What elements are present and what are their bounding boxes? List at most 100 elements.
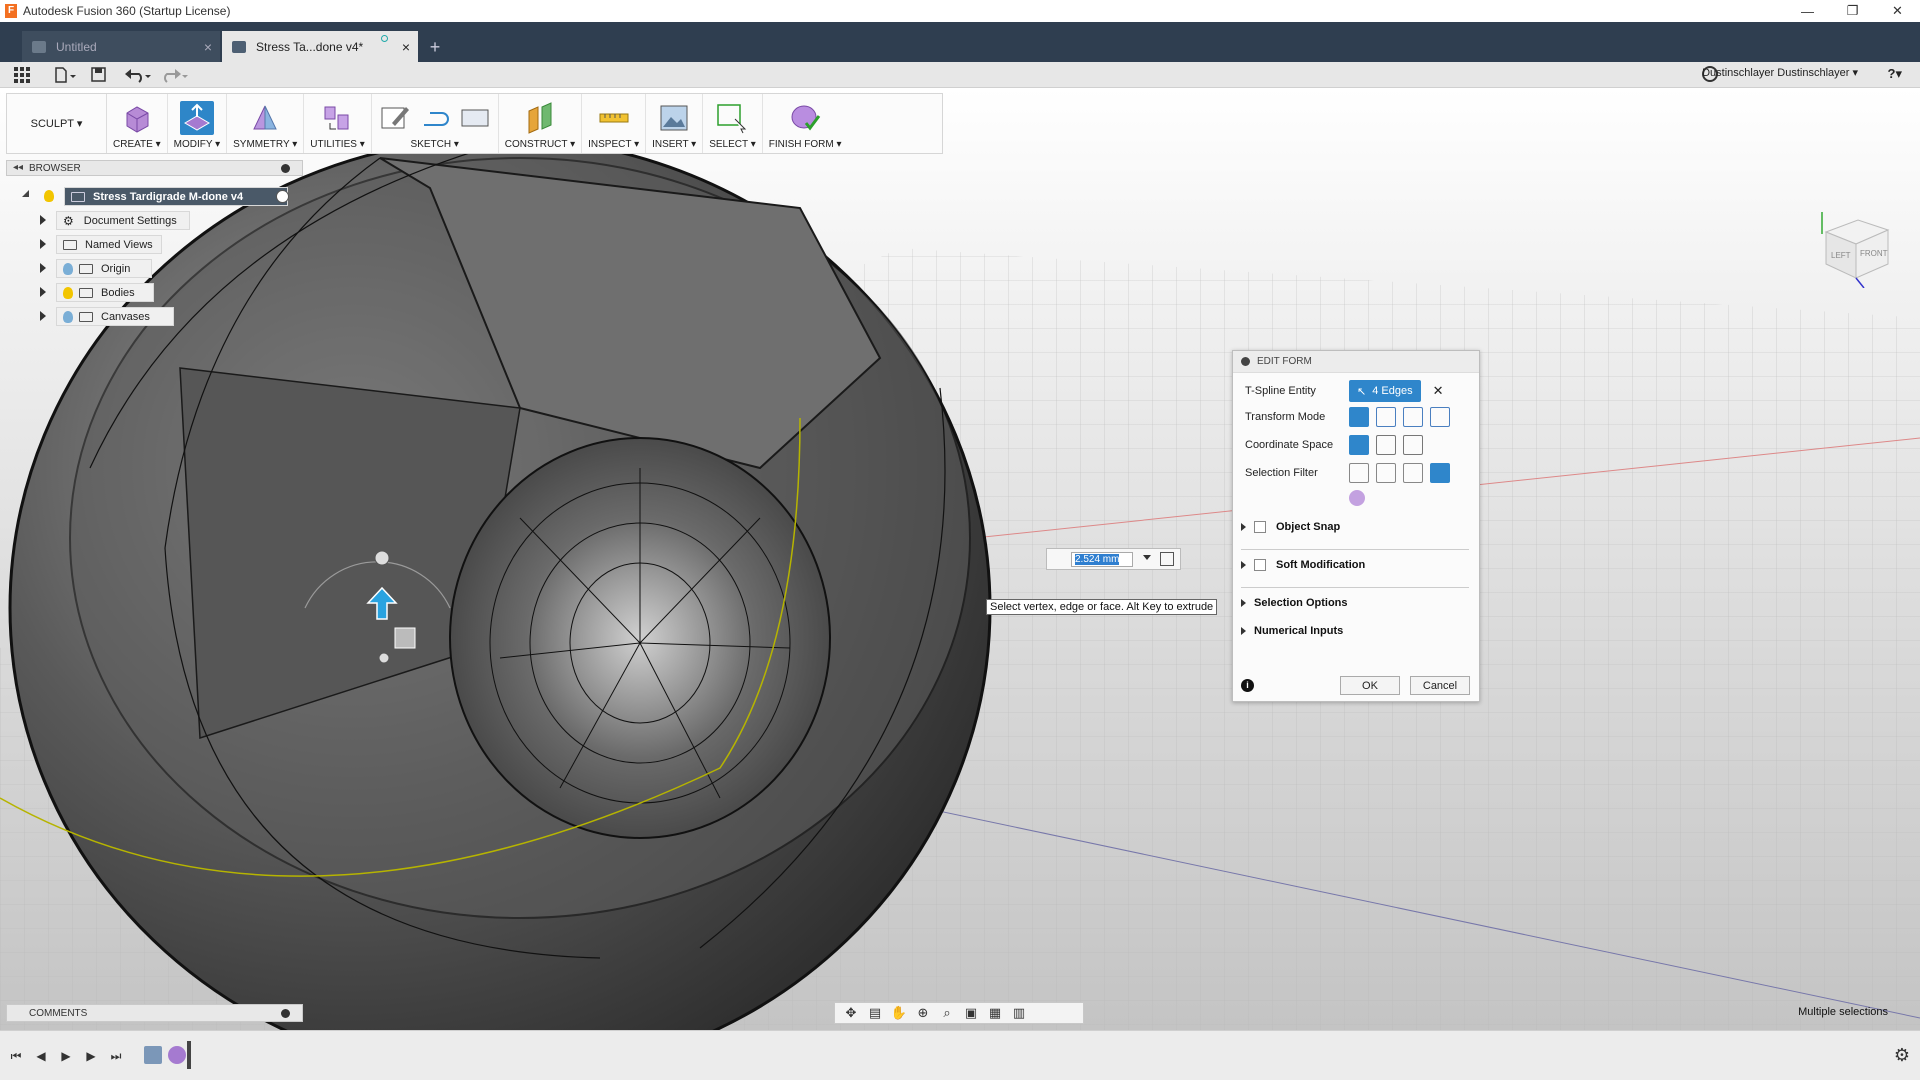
restore-button[interactable]: ❐	[1830, 0, 1875, 22]
finish-form-icon[interactable]	[788, 101, 822, 135]
save-icon[interactable]	[88, 65, 108, 85]
ok-button[interactable]: OK	[1340, 676, 1400, 695]
browser-panel-header[interactable]: ◂◂ BROWSER	[6, 160, 303, 176]
timeline-marker[interactable]	[187, 1041, 191, 1069]
body-filter-icon[interactable]	[1349, 490, 1365, 506]
expand-arrow-icon[interactable]	[40, 263, 46, 273]
tree-item-label[interactable]: Named Views	[56, 235, 162, 254]
edit-form-icon[interactable]	[179, 101, 214, 135]
utilities-group[interactable]: UTILITIES ▾	[304, 94, 372, 153]
model-canvas[interactable]	[0, 88, 1920, 1030]
inspect-group[interactable]: INSPECT ▾	[582, 94, 647, 153]
expand-arrow-icon[interactable]	[1241, 523, 1246, 531]
look-at-icon[interactable]: ▤	[865, 1005, 885, 1021]
info-icon[interactable]: i	[1241, 679, 1254, 692]
close-window-button[interactable]: ✕	[1875, 0, 1920, 22]
construct-plane-icon[interactable]	[523, 101, 557, 135]
scale-icon[interactable]	[1430, 407, 1450, 427]
play-icon[interactable]: ▶	[56, 1048, 76, 1064]
vertex-filter-icon[interactable]	[1349, 463, 1369, 483]
visibility-bulb-icon[interactable]	[63, 286, 73, 299]
data-panel-grid-icon[interactable]	[12, 65, 32, 85]
chevron-down-icon[interactable]	[1143, 555, 1151, 560]
help-icon[interactable]: ?▾	[1888, 66, 1902, 82]
tree-item-label[interactable]: ⚙ Document Settings	[56, 211, 190, 230]
minimize-button[interactable]: —	[1785, 0, 1830, 22]
distance-input[interactable]: 2.524 mm	[1071, 552, 1133, 567]
tab-untitled[interactable]: Untitled ×	[22, 31, 220, 62]
undo-icon[interactable]	[124, 65, 154, 85]
distance-value[interactable]: 2.524 mm	[1075, 554, 1120, 565]
zoom-icon[interactable]: ⊕	[913, 1005, 933, 1021]
3d-viewport[interactable]: LEFT FRONT	[0, 88, 1920, 1030]
view-space-icon[interactable]	[1376, 435, 1396, 455]
object-snap-section[interactable]: Object Snap	[1241, 521, 1340, 533]
face-filter-icon[interactable]	[1403, 463, 1423, 483]
collapse-icon[interactable]: ◂◂	[13, 162, 23, 173]
expand-arrow-icon[interactable]	[1241, 627, 1246, 635]
selection-options-section[interactable]: Selection Options	[1241, 597, 1348, 609]
comments-panel[interactable]: COMMENTS	[6, 1004, 303, 1022]
dialog-header[interactable]: EDIT FORM	[1233, 351, 1479, 373]
sketch-group[interactable]: SKETCH ▾	[372, 94, 499, 153]
tab-stress-tardigrade[interactable]: Stress Ta...done v4* ×	[222, 31, 418, 62]
translation-icon[interactable]	[1376, 407, 1396, 427]
finish-form-group[interactable]: FINISH FORM ▾	[763, 94, 848, 153]
clear-selection-icon[interactable]: ✕	[1433, 383, 1444, 399]
view-cube[interactable]: LEFT FRONT	[1818, 212, 1894, 288]
go-to-end-icon[interactable]: ⏭	[106, 1048, 126, 1064]
visibility-bulb-icon[interactable]	[63, 310, 73, 323]
viewports-icon[interactable]: ▥	[1009, 1005, 1029, 1021]
utilities-icon[interactable]	[320, 101, 354, 135]
tspline-entity-selection[interactable]: ↖ 4 Edges	[1349, 380, 1421, 402]
symmetry-icon[interactable]	[248, 101, 282, 135]
redo-icon[interactable]	[160, 65, 190, 85]
go-to-start-icon[interactable]: ⏮	[6, 1048, 26, 1064]
measure-icon[interactable]	[597, 101, 631, 135]
create-box-icon[interactable]	[120, 101, 154, 135]
insert-group[interactable]: INSERT ▾	[646, 94, 704, 153]
expand-arrow-icon[interactable]	[22, 190, 29, 197]
root-component-label[interactable]: Stress Tardigrade M-done v4	[64, 187, 288, 206]
file-menu-icon[interactable]	[52, 65, 78, 85]
step-back-icon[interactable]: ◀	[31, 1048, 51, 1064]
workspace-switcher[interactable]: SCULPT ▾	[7, 94, 107, 153]
expand-arrow-icon[interactable]	[40, 311, 46, 321]
visibility-bulb-icon[interactable]	[44, 190, 54, 202]
expand-arrow-icon[interactable]	[1241, 599, 1246, 607]
gear-icon[interactable]: ⚙	[1894, 1045, 1910, 1066]
step-forward-icon[interactable]: ▶	[81, 1048, 101, 1064]
local-space-icon[interactable]	[1403, 435, 1423, 455]
distance-input-box[interactable]: 2.524 mm	[1046, 548, 1181, 570]
activate-component-icon[interactable]	[276, 190, 289, 203]
edge-filter-icon[interactable]	[1376, 463, 1396, 483]
new-tab-button[interactable]: +	[421, 36, 449, 60]
fit-icon[interactable]: ⌕	[937, 1005, 957, 1021]
manipulator-toggle-icon[interactable]	[1160, 552, 1174, 566]
orbit-icon[interactable]: ✥	[841, 1005, 861, 1021]
user-account-menu[interactable]: Dustinschlayer Dustinschlayer ▾	[1702, 66, 1858, 79]
form-feature-icon[interactable]	[168, 1046, 186, 1064]
close-icon[interactable]: ×	[204, 39, 212, 55]
select-group[interactable]: SELECT ▾	[703, 94, 763, 153]
object-snap-checkbox[interactable]	[1254, 521, 1266, 533]
grid-settings-icon[interactable]: ▦	[985, 1005, 1005, 1021]
all-filter-icon[interactable]	[1430, 463, 1450, 483]
canvas-feature-icon[interactable]	[144, 1046, 162, 1064]
pan-icon[interactable]: ✋	[889, 1005, 909, 1021]
soft-modification-section[interactable]: Soft Modification	[1241, 559, 1365, 571]
rotation-icon[interactable]	[1403, 407, 1423, 427]
panel-pin-icon[interactable]	[281, 164, 290, 173]
symmetry-group[interactable]: SYMMETRY ▾	[227, 94, 305, 153]
insert-image-icon[interactable]	[657, 101, 691, 135]
select-window-icon[interactable]	[715, 101, 749, 135]
expand-arrow-icon[interactable]	[40, 287, 46, 297]
close-icon[interactable]: ×	[402, 39, 410, 55]
tree-item-label[interactable]: Canvases	[56, 307, 174, 326]
create-sketch-icon[interactable]	[378, 101, 412, 135]
tree-item-label[interactable]: Bodies	[56, 283, 154, 302]
collapse-dialog-icon[interactable]	[1241, 357, 1250, 366]
rectangle-tool-icon[interactable]	[458, 101, 492, 135]
construct-group[interactable]: CONSTRUCT ▾	[499, 94, 583, 153]
expand-arrow-icon[interactable]	[1241, 561, 1246, 569]
